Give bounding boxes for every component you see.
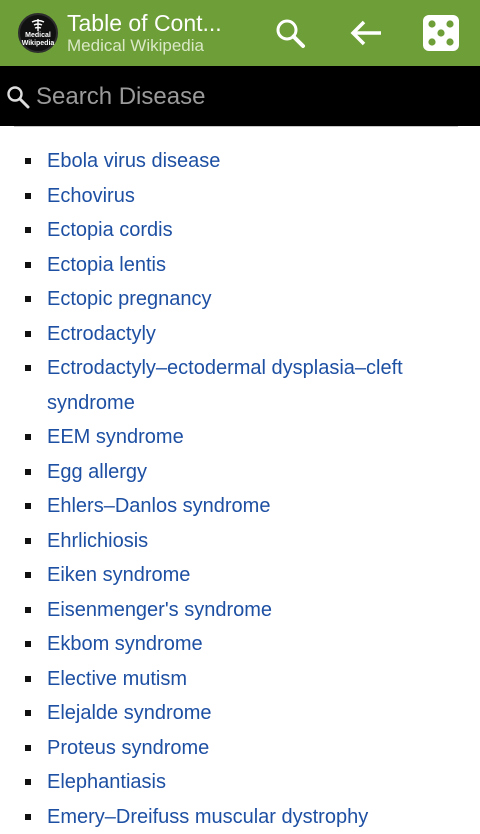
- list-item: Ectopia lentis: [0, 248, 480, 283]
- list-item: Elephantiasis: [0, 765, 480, 800]
- disease-link[interactable]: Ectopia cordis: [47, 219, 173, 241]
- list-item: Ebola virus disease: [0, 144, 480, 179]
- disease-link[interactable]: Eiken syndrome: [47, 564, 190, 586]
- title-block: Table of Cont... Medical Wikipedia: [67, 10, 257, 56]
- random-button[interactable]: [411, 0, 471, 66]
- disease-link[interactable]: Ectopic pregnancy: [47, 288, 212, 310]
- bullet-icon: [25, 641, 31, 647]
- caduceus-icon: [31, 18, 45, 31]
- list-item: Eisenmenger's syndrome: [0, 593, 480, 628]
- dice-icon: [423, 15, 459, 51]
- bullet-icon: [25, 710, 31, 716]
- bullet-icon: [25, 779, 31, 785]
- search-icon: [276, 19, 305, 48]
- list-item: Ehlers–Danlos syndrome: [0, 489, 480, 524]
- list-item: Ectopic pregnancy: [0, 282, 480, 317]
- list-item: Ehrlichiosis: [0, 524, 480, 559]
- search-input[interactable]: [30, 83, 456, 111]
- search-icon: [7, 86, 30, 109]
- list-item: Elejalde syndrome: [0, 696, 480, 731]
- page-subtitle: Medical Wikipedia: [67, 36, 204, 55]
- bullet-icon: [25, 227, 31, 233]
- disease-link[interactable]: Ectopia lentis: [47, 254, 166, 276]
- disease-list: Ebola virus disease Echovirus Ectopia cord…: [0, 144, 480, 834]
- disease-link[interactable]: Ehrlichiosis: [47, 530, 148, 552]
- disease-link[interactable]: Ekbom syndrome: [47, 633, 203, 655]
- disease-link[interactable]: Egg allergy: [47, 461, 147, 483]
- list-item: Ectrodactyly–ectodermal dysplasia–cleft …: [0, 351, 480, 420]
- bullet-icon: [25, 158, 31, 164]
- search-button[interactable]: [260, 0, 320, 66]
- list-item: Egg allergy: [0, 455, 480, 490]
- list-item: Echovirus: [0, 179, 480, 214]
- logo-text-line1: Medical: [25, 31, 51, 39]
- search-field[interactable]: [6, 80, 466, 114]
- bullet-icon: [25, 572, 31, 578]
- bullet-icon: [25, 261, 31, 268]
- bullet-icon: [25, 330, 31, 337]
- list-item: Ectrodactyly: [0, 317, 480, 352]
- bullet-icon: [25, 675, 31, 682]
- bullet-icon: [25, 744, 31, 751]
- app-logo[interactable]: Medical Wikipedia: [18, 13, 58, 53]
- list-item: Emery–Dreifuss muscular dystrophy: [0, 800, 480, 834]
- back-button[interactable]: [336, 0, 396, 66]
- bullet-icon: [25, 606, 31, 613]
- page-title: Table of Cont...: [67, 10, 222, 36]
- list-item: Ectopia cordis: [0, 213, 480, 248]
- list-item: Ekbom syndrome: [0, 627, 480, 662]
- disease-link[interactable]: EEM syndrome: [47, 426, 184, 448]
- disease-link[interactable]: Eisenmenger's syndrome: [47, 599, 272, 621]
- bullet-icon: [25, 537, 31, 544]
- bullet-icon: [25, 434, 31, 440]
- disease-link[interactable]: Elejalde syndrome: [47, 702, 212, 724]
- disease-link[interactable]: Ectrodactyly–ectodermal dysplasia–cleft …: [47, 357, 403, 414]
- disease-link[interactable]: Elective mutism: [47, 668, 187, 690]
- logo-text-line2: Wikipedia: [21, 39, 55, 47]
- list-item: Proteus syndrome: [0, 731, 480, 766]
- list-item: Elective mutism: [0, 662, 480, 697]
- arrow-left-icon: [350, 20, 381, 46]
- disease-link[interactable]: Emery–Dreifuss muscular dystrophy: [47, 806, 368, 828]
- divider: [14, 126, 458, 127]
- app-bar: Medical Wikipedia Table of Cont... Medic…: [0, 0, 480, 66]
- search-bar: [0, 66, 480, 126]
- disease-link[interactable]: Elephantiasis: [47, 771, 166, 793]
- disease-link[interactable]: Ectrodactyly: [47, 323, 156, 345]
- disease-link[interactable]: Echovirus: [47, 185, 135, 207]
- disease-link[interactable]: Ehlers–Danlos syndrome: [47, 495, 270, 517]
- bullet-icon: [25, 296, 31, 302]
- bullet-icon: [25, 813, 31, 820]
- disease-link[interactable]: Ebola virus disease: [47, 150, 220, 172]
- list-item: EEM syndrome: [0, 420, 480, 455]
- bullet-icon: [25, 468, 31, 475]
- disease-link[interactable]: Proteus syndrome: [47, 737, 209, 759]
- list-item: Eiken syndrome: [0, 558, 480, 593]
- bullet-icon: [25, 192, 31, 199]
- bullet-icon: [25, 503, 31, 509]
- bullet-icon: [25, 365, 31, 371]
